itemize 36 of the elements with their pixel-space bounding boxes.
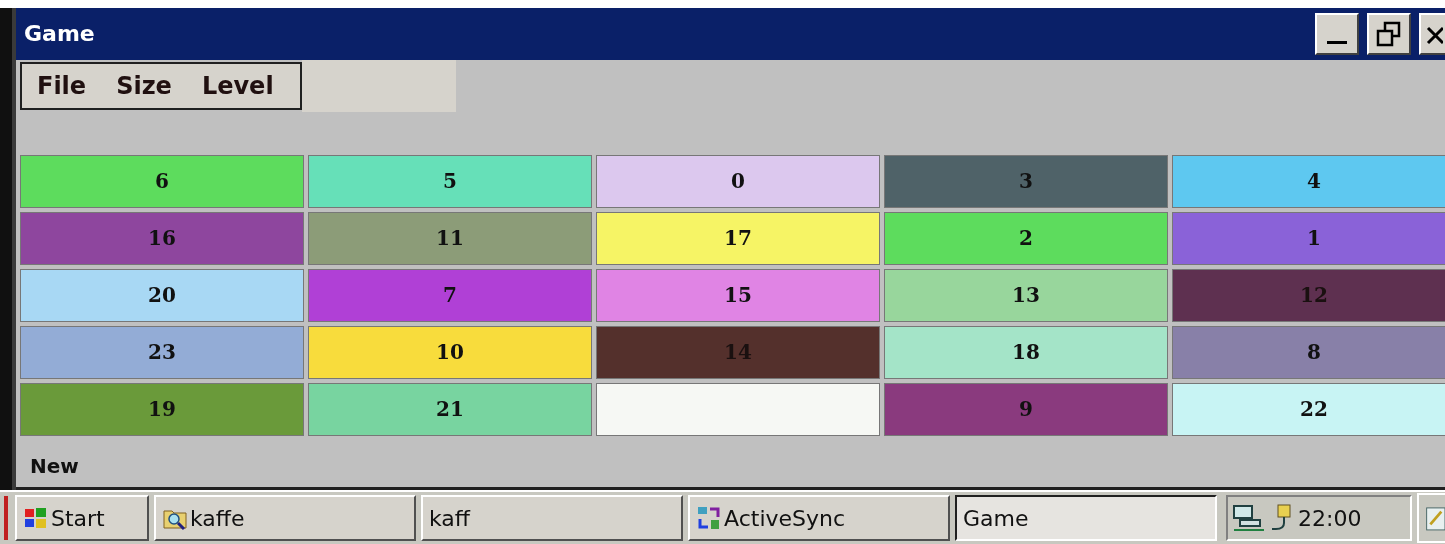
restore-button[interactable] <box>1367 12 1411 55</box>
tile[interactable]: 2 <box>884 211 1168 265</box>
tile[interactable]: 5 <box>308 154 592 208</box>
tile[interactable]: 23 <box>20 325 304 379</box>
taskbar-button[interactable]: ActiveSync <box>688 495 950 542</box>
menu-item[interactable]: Level <box>201 71 274 100</box>
tile[interactable]: 20 <box>20 268 304 322</box>
tile[interactable]: 8 <box>1172 325 1445 379</box>
start-button[interactable]: Start <box>15 495 149 542</box>
status-text: New <box>30 454 79 479</box>
clock: 22:00 <box>1298 505 1362 531</box>
tile[interactable]: 13 <box>884 268 1168 322</box>
tile[interactable]: 10 <box>308 325 592 379</box>
tile[interactable]: 4 <box>1172 154 1445 208</box>
taskbar-button[interactable]: kaff <box>421 495 683 542</box>
tile[interactable]: 7 <box>308 268 592 322</box>
minimize-button[interactable] <box>1315 12 1359 55</box>
close-button[interactable] <box>1419 12 1445 55</box>
tile[interactable]: 11 <box>308 211 592 265</box>
minimize-icon <box>1327 41 1347 45</box>
tile[interactable]: 18 <box>884 325 1168 379</box>
tile[interactable]: 0 <box>596 154 880 208</box>
tile[interactable]: 19 <box>20 382 304 436</box>
window-title: Game <box>23 21 95 47</box>
sync-icon <box>696 505 722 532</box>
menu-item[interactable]: File <box>37 71 87 100</box>
taskbar-button[interactable]: Game <box>955 495 1217 542</box>
tile[interactable]: 15 <box>596 268 880 322</box>
tile[interactable] <box>596 382 880 436</box>
taskbar-button[interactable]: kaffe <box>154 495 416 542</box>
tile[interactable]: 17 <box>596 211 880 265</box>
tile[interactable]: 1 <box>1172 211 1445 265</box>
tile[interactable]: 22 <box>1172 382 1445 436</box>
menu-item[interactable]: Size <box>116 71 172 100</box>
tile[interactable]: 21 <box>308 382 592 436</box>
tile[interactable]: 6 <box>20 154 304 208</box>
